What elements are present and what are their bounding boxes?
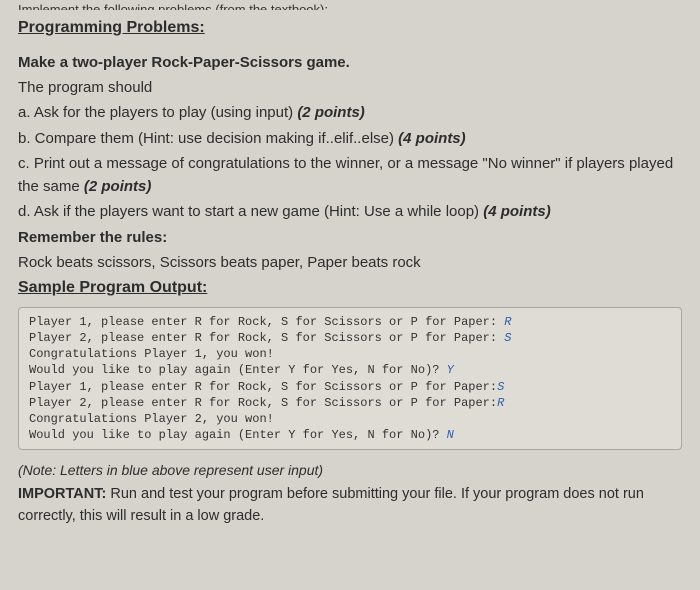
- important-text: Run and test your program before submitt…: [18, 486, 644, 524]
- code-l8a: Would you like to play again (Enter Y fo…: [29, 428, 447, 442]
- item-d: d. Ask if the players want to start a ne…: [18, 200, 682, 223]
- rules-line: Rock beats scissors, Scissors beats pape…: [18, 251, 682, 274]
- item-d-text: d. Ask if the players want to start a ne…: [18, 203, 483, 220]
- code-l5a: Player 1, please enter R for Rock, S for…: [29, 380, 497, 394]
- code-l2b: S: [504, 331, 511, 345]
- item-a-points: (2 points): [297, 104, 365, 121]
- item-b: b. Compare them (Hint: use decision maki…: [18, 127, 682, 150]
- code-l2a: Player 2, please enter R for Rock, S for…: [29, 331, 504, 345]
- section-title: Programming Problems:: [18, 16, 682, 41]
- code-l6a: Player 2, please enter R for Rock, S for…: [29, 396, 497, 410]
- truncated-header: Implement the following problems (from t…: [18, 0, 682, 10]
- note-line: (Note: Letters in blue above represent u…: [18, 460, 682, 482]
- item-b-text: b. Compare them (Hint: use decision maki…: [18, 130, 398, 147]
- code-l1a: Player 1, please enter R for Rock, S for…: [29, 315, 504, 329]
- item-a-text: a. Ask for the players to play (using in…: [18, 104, 297, 121]
- important-line: IMPORTANT: Run and test your program bef…: [18, 484, 682, 528]
- code-l6b: R: [497, 396, 504, 410]
- code-l4b: Y: [447, 363, 454, 377]
- item-a: a. Ask for the players to play (using in…: [18, 101, 682, 124]
- item-c: c. Print out a message of congratulation…: [18, 152, 682, 199]
- title-text: Make a two-player Rock-Paper-Scissors ga…: [18, 54, 350, 71]
- code-l7: Congratulations Player 2, you won!: [29, 412, 274, 426]
- sample-header: Sample Program Output:: [18, 276, 682, 301]
- code-l8b: N: [447, 428, 454, 442]
- item-c-points: (2 points): [84, 178, 152, 195]
- code-l1b: R: [504, 315, 511, 329]
- code-l4a: Would you like to play again (Enter Y fo…: [29, 363, 447, 377]
- important-label: IMPORTANT:: [18, 486, 106, 502]
- code-l3: Congratulations Player 1, you won!: [29, 347, 274, 361]
- item-d-points: (4 points): [483, 203, 551, 220]
- assignment-title: Make a two-player Rock-Paper-Scissors ga…: [18, 51, 682, 74]
- rules-header: Remember the rules:: [18, 226, 682, 249]
- sample-output-box: Player 1, please enter R for Rock, S for…: [18, 307, 682, 451]
- item-b-points: (4 points): [398, 130, 466, 147]
- code-l5b: S: [497, 380, 504, 394]
- intro-line: The program should: [18, 76, 682, 99]
